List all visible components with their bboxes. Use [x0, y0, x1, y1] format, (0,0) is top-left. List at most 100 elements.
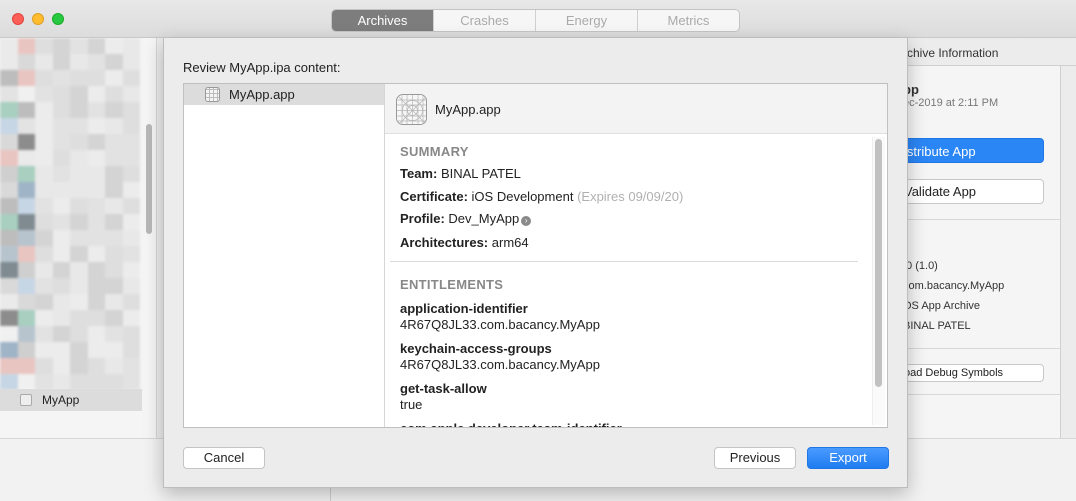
tab-metrics[interactable]: Metrics: [638, 10, 739, 31]
blurred-pixel: [17, 246, 35, 262]
blurred-pixel: [17, 326, 35, 342]
blurred-pixel: [0, 246, 18, 262]
blurred-pixel: [105, 246, 123, 262]
detail-scrollbar-thumb[interactable]: [875, 139, 882, 387]
blurred-pixel: [70, 134, 88, 150]
detail-app-name: MyApp.app: [435, 102, 501, 117]
blurred-pixel: [0, 70, 18, 86]
archive-team: BINAL PATEL: [903, 320, 971, 332]
blurred-pixel: [70, 214, 88, 230]
blurred-pixel: [87, 310, 105, 326]
tab-archives[interactable]: Archives: [332, 10, 434, 31]
blurred-pixel: [105, 118, 123, 134]
blurred-pixel: [70, 342, 88, 358]
archive-identifier: com.bacancy.MyApp: [903, 280, 1005, 292]
blurred-pixel: [0, 262, 18, 278]
blurred-pixel: [17, 294, 35, 310]
blurred-pixel: [70, 246, 88, 262]
sidebar-item-myapp[interactable]: MyApp: [0, 389, 142, 411]
blurred-pixel: [105, 54, 123, 70]
cancel-button[interactable]: Cancel: [183, 447, 265, 469]
blurred-pixel: [105, 310, 123, 326]
section-divider: [390, 261, 858, 262]
blurred-pixel: [17, 262, 35, 278]
blurred-pixel: [70, 102, 88, 118]
entitlement-key: application-identifier: [400, 301, 528, 316]
blurred-pixel: [17, 182, 35, 198]
blurred-pixel: [87, 374, 105, 390]
minimize-window-button[interactable]: [32, 13, 44, 25]
blurred-pixel: [70, 70, 88, 86]
blurred-pixel: [52, 198, 70, 214]
blurred-pixel: [35, 118, 53, 134]
blurred-pixel: [70, 182, 88, 198]
blurred-pixel: [17, 54, 35, 70]
zoom-window-button[interactable]: [52, 13, 64, 25]
entitlement-value: true: [400, 397, 423, 412]
blurred-pixel: [52, 118, 70, 134]
blurred-app-list: [0, 38, 140, 390]
blurred-pixel: [52, 230, 70, 246]
inspector-scrollbar[interactable]: [1062, 70, 1076, 438]
reveal-arrow-icon[interactable]: ›: [521, 216, 532, 226]
blurred-pixel: [122, 262, 140, 278]
blurred-pixel: [70, 38, 88, 54]
blurred-pixel: [52, 150, 70, 166]
blurred-pixel: [17, 86, 35, 102]
blurred-pixel: [0, 278, 18, 294]
previous-button[interactable]: Previous: [714, 447, 796, 469]
blurred-pixel: [70, 230, 88, 246]
blurred-pixel: [105, 70, 123, 86]
blurred-pixel: [52, 70, 70, 86]
content-review-panel: MyApp.app MyApp.app SUMMARY Team: BINAL …: [183, 83, 888, 428]
close-window-button[interactable]: [12, 13, 24, 25]
blurred-pixel: [105, 374, 123, 390]
blurred-pixel: [87, 54, 105, 70]
blurred-pixel: [122, 150, 140, 166]
tab-crashes[interactable]: Crashes: [434, 10, 536, 31]
blurred-pixel: [87, 262, 105, 278]
blurred-pixel: [122, 102, 140, 118]
blurred-pixel: [87, 294, 105, 310]
blurred-pixel: [70, 326, 88, 342]
blurred-pixel: [52, 310, 70, 326]
blurred-pixel: [52, 278, 70, 294]
blurred-pixel: [87, 150, 105, 166]
blurred-pixel: [87, 102, 105, 118]
blurred-pixel: [17, 374, 35, 390]
entitlement-value: 4R67Q8JL33.com.bacancy.MyApp: [400, 357, 600, 372]
file-list-item-myapp[interactable]: MyApp.app: [184, 84, 384, 105]
blurred-pixel: [35, 358, 53, 374]
sidebar-scrollbar[interactable]: [146, 124, 152, 234]
download-debug-symbols-button[interactable]: oad Debug Symbols: [903, 364, 1044, 382]
blurred-pixel: [122, 118, 140, 134]
blurred-pixel: [35, 342, 53, 358]
blurred-pixel: [0, 102, 18, 118]
blurred-pixel: [122, 294, 140, 310]
blurred-pixel: [52, 166, 70, 182]
blurred-pixel: [70, 310, 88, 326]
distribute-app-button[interactable]: istribute App: [903, 138, 1044, 163]
export-button[interactable]: Export: [807, 447, 889, 469]
blurred-pixel: [52, 358, 70, 374]
blurred-pixel: [87, 38, 105, 54]
team-row: Team: BINAL PATEL: [400, 166, 521, 181]
blurred-pixel: [87, 134, 105, 150]
blurred-pixel: [52, 342, 70, 358]
blurred-pixel: [52, 294, 70, 310]
blurred-pixel: [35, 262, 53, 278]
blurred-pixel: [17, 150, 35, 166]
blurred-pixel: [35, 102, 53, 118]
tab-energy[interactable]: Energy: [536, 10, 638, 31]
validate-app-button[interactable]: Validate App: [903, 179, 1044, 204]
blurred-pixel: [122, 342, 140, 358]
blurred-pixel: [70, 54, 88, 70]
blurred-pixel: [122, 182, 140, 198]
blurred-pixel: [0, 150, 18, 166]
blurred-pixel: [105, 38, 123, 54]
blurred-pixel: [35, 54, 53, 70]
blurred-pixel: [35, 326, 53, 342]
bundle-detail-pane: MyApp.app SUMMARY Team: BINAL PATEL Cert…: [385, 84, 887, 427]
blurred-pixel: [0, 310, 18, 326]
archive-type: OS App Archive: [903, 300, 981, 312]
